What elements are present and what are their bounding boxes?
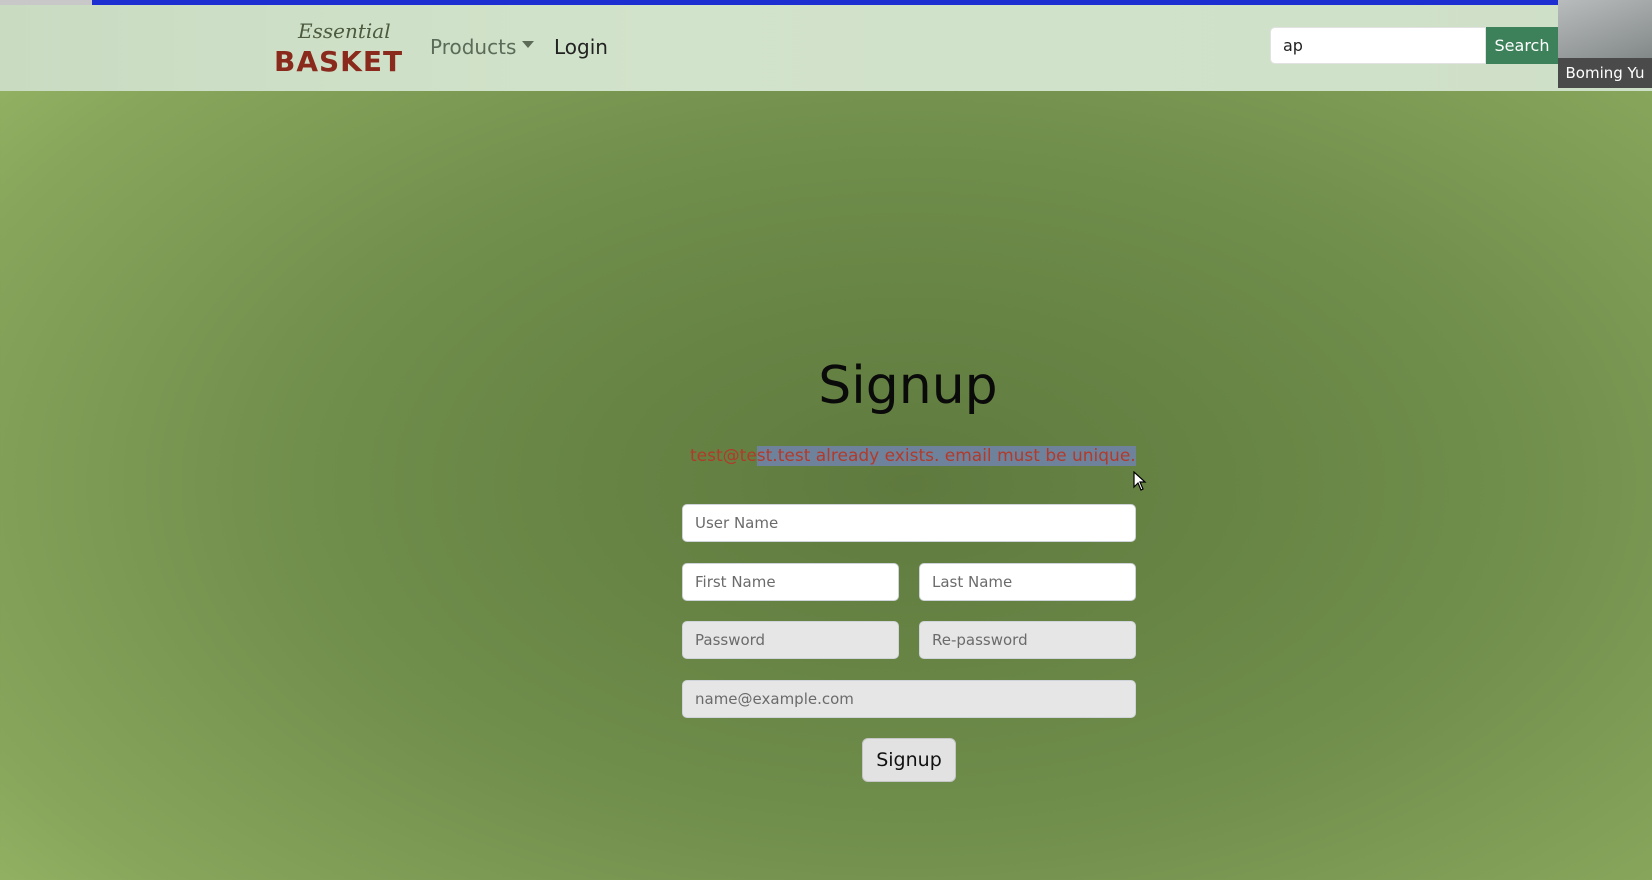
error-message-prefix: test@te: [690, 446, 757, 466]
logo[interactable]: Essential BASKET: [272, 15, 402, 79]
search-input[interactable]: [1270, 27, 1486, 64]
signup-button[interactable]: Signup: [862, 738, 956, 782]
logo-main-text: BASKET: [274, 45, 404, 78]
nav-products-label: Products: [430, 35, 517, 59]
nav-login-link[interactable]: Login: [554, 35, 608, 59]
webcam-overlay: Boming Yu: [1558, 0, 1652, 88]
repassword-field[interactable]: [919, 621, 1136, 659]
error-message-selected: st.test already exists. email must be un…: [756, 446, 1136, 466]
search-button[interactable]: Search: [1486, 27, 1558, 64]
first-name-field[interactable]: [682, 563, 899, 601]
webcam-name-label: Boming Yu: [1558, 58, 1652, 88]
email-field[interactable]: [682, 680, 1136, 718]
last-name-field[interactable]: [919, 563, 1136, 601]
mouse-cursor-icon: [1133, 471, 1147, 491]
page-title: Signup: [818, 356, 998, 416]
caret-down-icon: [522, 40, 535, 48]
navbar: Essential BASKET Products Login Search: [0, 5, 1652, 91]
username-field[interactable]: [682, 504, 1136, 542]
password-field[interactable]: [682, 621, 899, 659]
logo-script-text: Essential: [298, 19, 391, 43]
error-message: test@test.test already exists. email mus…: [690, 446, 1136, 466]
nav-products-dropdown[interactable]: Products: [430, 35, 535, 59]
